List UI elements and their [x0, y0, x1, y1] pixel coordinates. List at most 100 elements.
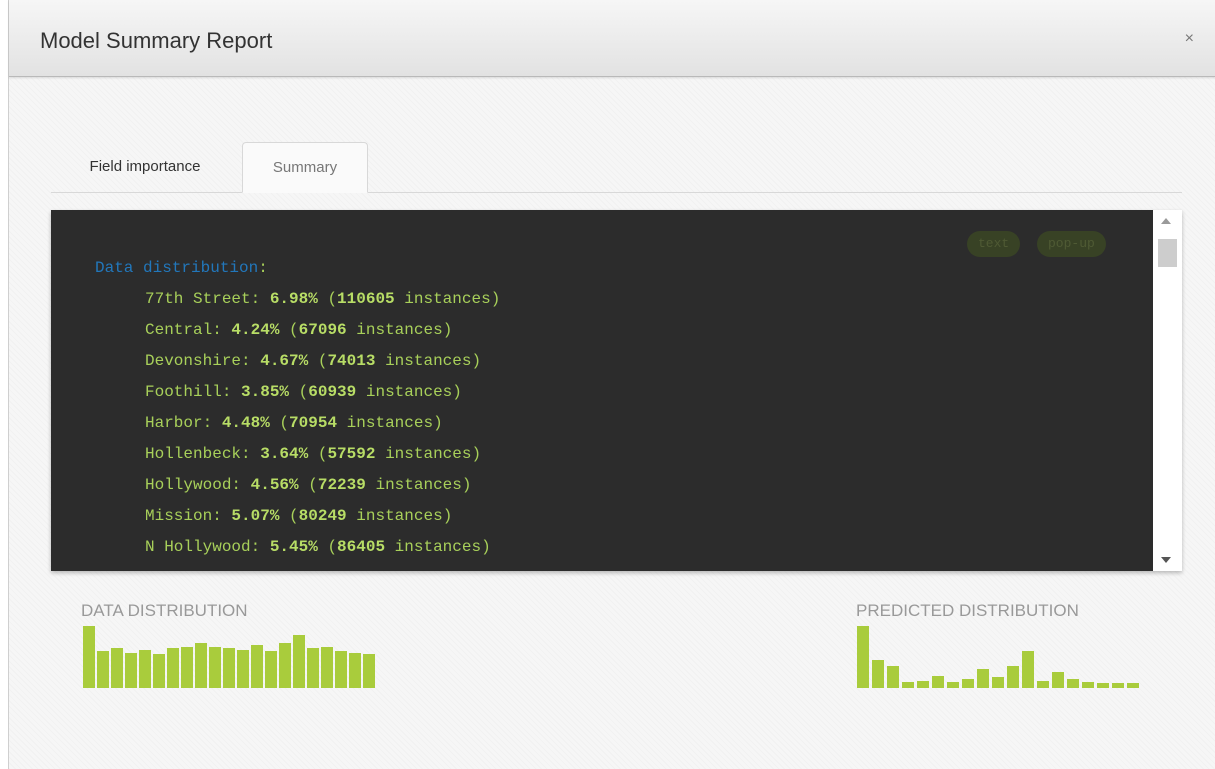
- popup-view-button[interactable]: pop-up: [1037, 231, 1106, 257]
- distribution-bar: [1052, 672, 1064, 688]
- entry-name: Foothill: [145, 383, 222, 401]
- entry-percent: 6.98%: [269, 290, 318, 308]
- distribution-bar: [335, 651, 347, 688]
- entry-percent: 3.64%: [260, 445, 309, 463]
- distribution-bar: [887, 666, 899, 688]
- summary-text-area[interactable]: text pop-up Data distribution: 77th Stre…: [51, 210, 1153, 571]
- entry-name: Devonshire: [145, 352, 242, 370]
- distribution-bar: [265, 651, 277, 688]
- distribution-entry: Foothill: 3.85% (60939 instances): [145, 383, 462, 401]
- distribution-bar: [209, 647, 221, 688]
- distribution-entry: Mission: 5.07% (80249 instances): [145, 507, 453, 525]
- entry-percent: 3.85%: [241, 383, 290, 401]
- distribution-entry: Devonshire: 4.67% (74013 instances): [145, 352, 482, 370]
- distribution-bar: [1112, 683, 1124, 688]
- distribution-bar: [349, 653, 361, 688]
- modal-header: Model Summary Report ×: [9, 0, 1215, 77]
- entry-instances: 110605: [337, 290, 395, 308]
- distribution-bar: [83, 626, 95, 688]
- entry-percent: 5.45%: [269, 538, 318, 556]
- entry-instances-word: instances: [394, 538, 482, 556]
- entry-instances-word: instances: [356, 321, 443, 339]
- close-button[interactable]: ×: [1185, 30, 1194, 48]
- distribution-bar: [1037, 681, 1049, 688]
- vertical-scrollbar[interactable]: [1153, 210, 1182, 571]
- report-tabs: Field importance Summary: [51, 142, 1182, 193]
- distribution-bar: [872, 660, 884, 688]
- entry-instances: 74013: [327, 352, 376, 370]
- entry-name: N Hollywood: [145, 538, 251, 556]
- entry-percent: 5.07%: [231, 507, 280, 525]
- entry-name: Mission: [145, 507, 213, 525]
- distribution-bar: [1127, 683, 1139, 688]
- distribution-entry: N Hollywood: 5.45% (86405 instances): [145, 538, 491, 556]
- entry-instances: 57592: [327, 445, 376, 463]
- distribution-bar: [307, 648, 319, 688]
- entry-instances: 67096: [298, 321, 347, 339]
- distribution-bar: [237, 650, 249, 688]
- distribution-entry: 77th Street: 6.98% (110605 instances): [145, 290, 501, 308]
- distribution-bar: [992, 677, 1004, 688]
- distribution-bar: [251, 645, 263, 688]
- distribution-bar: [139, 650, 151, 688]
- entry-instances: 60939: [308, 383, 357, 401]
- distribution-bar: [167, 648, 179, 688]
- scroll-thumb[interactable]: [1158, 239, 1177, 267]
- distribution-bar: [977, 669, 989, 688]
- distribution-entry: Hollenbeck: 3.64% (57592 instances): [145, 445, 482, 463]
- scroll-down-arrow-icon[interactable]: [1161, 557, 1171, 563]
- distribution-bar: [1007, 666, 1019, 688]
- heading-text: Data distribution: [95, 259, 259, 277]
- predicted-distribution-chart: [857, 626, 1157, 688]
- entry-name: Harbor: [145, 414, 203, 432]
- distribution-bar: [902, 682, 914, 688]
- distribution-bar: [181, 647, 193, 688]
- entry-instances-word: instances: [375, 476, 462, 494]
- distribution-bar: [125, 653, 137, 688]
- tab-field-importance[interactable]: Field importance: [51, 142, 239, 192]
- entry-name: Central: [145, 321, 213, 339]
- entry-instances-word: instances: [404, 290, 491, 308]
- entry-percent: 4.24%: [231, 321, 280, 339]
- distribution-bar: [1097, 683, 1109, 688]
- distribution-bar: [932, 676, 944, 688]
- distribution-bar: [111, 648, 123, 688]
- distribution-bar: [153, 654, 165, 688]
- distribution-bar: [195, 643, 207, 688]
- entry-name: Hollenbeck: [145, 445, 242, 463]
- entry-percent: 4.56%: [250, 476, 299, 494]
- entry-name: Hollywood: [145, 476, 232, 494]
- distribution-bar: [947, 682, 959, 688]
- entry-instances: 86405: [337, 538, 386, 556]
- entry-instances-word: instances: [365, 383, 453, 401]
- data-distribution-heading: Data distribution:: [95, 259, 268, 277]
- distribution-bar: [857, 626, 869, 688]
- distribution-bar: [279, 643, 291, 688]
- entry-name: 77th Street: [145, 290, 251, 308]
- distribution-bar: [363, 654, 375, 688]
- summary-code-panel: text pop-up Data distribution: 77th Stre…: [51, 210, 1182, 571]
- distribution-bar: [917, 681, 929, 688]
- entry-instances: 80249: [298, 507, 347, 525]
- entry-instances: 70954: [289, 414, 338, 432]
- data-distribution-chart: [83, 626, 383, 688]
- entry-percent: 4.48%: [221, 414, 270, 432]
- distribution-bar: [1082, 682, 1094, 688]
- page-left-edge: [0, 0, 8, 769]
- text-view-button[interactable]: text: [967, 231, 1021, 257]
- entry-instances: 72239: [317, 476, 366, 494]
- entry-percent: 4.67%: [260, 352, 309, 370]
- data-distribution-label: DATA DISTRIBUTION: [81, 601, 248, 620]
- predicted-distribution-label: PREDICTED DISTRIBUTION: [856, 601, 1079, 620]
- tab-summary[interactable]: Summary: [242, 142, 368, 193]
- modal-title: Model Summary Report: [40, 28, 273, 53]
- distribution-bar: [321, 647, 333, 688]
- entry-instances-word: instances: [385, 352, 472, 370]
- scroll-up-arrow-icon[interactable]: [1161, 218, 1171, 224]
- distribution-bar: [1067, 679, 1079, 688]
- distribution-bar: [97, 651, 109, 688]
- distribution-entry: Harbor: 4.48% (70954 instances): [145, 414, 443, 432]
- distribution-entry: Central: 4.24% (67096 instances): [145, 321, 453, 339]
- entry-instances-word: instances: [385, 445, 472, 463]
- entry-instances-word: instances: [356, 507, 443, 525]
